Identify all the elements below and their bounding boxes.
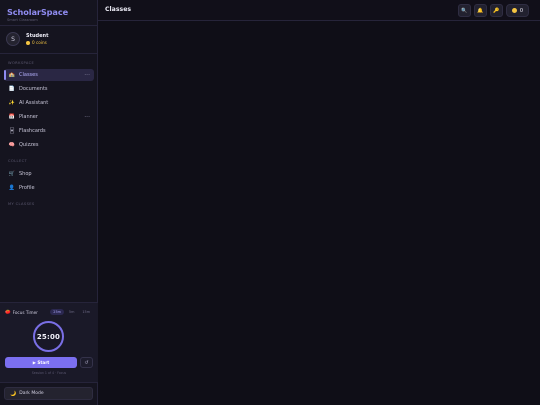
calendar-icon: 📅 <box>8 114 16 120</box>
timer-mode-25m[interactable]: 25m <box>50 309 64 315</box>
section-label-collect: COLLECT <box>8 159 28 163</box>
sidebar-item-classes[interactable]: 🏫 Classes ··· <box>4 69 94 81</box>
sidebar-item-shop[interactable]: 🛒 Shop <box>4 168 94 180</box>
topbar: Classes 🔍 🔔 🔑 0 <box>98 0 540 21</box>
dark-mode-label: Dark Mode <box>19 391 44 396</box>
reset-icon[interactable]: ↺ <box>80 357 93 368</box>
user-coins: 0 coins <box>26 40 48 45</box>
session-status: Session 1 of 4 · Focus <box>31 371 67 375</box>
start-button[interactable]: ▶ Start <box>5 357 77 368</box>
coin-icon <box>511 8 517 13</box>
section-label-workspace: WORKSPACE <box>8 61 35 65</box>
brand-subtitle: Smart Classroom <box>7 18 38 22</box>
coin-icon <box>26 40 30 45</box>
sidebar-item-label: Flashcards <box>19 128 46 134</box>
dark-mode-toggle[interactable]: 🌙 Dark Mode <box>4 387 93 400</box>
timer-ring: 25:00 <box>33 321 64 352</box>
sidebar-item-planner[interactable]: 📅 Planner ··· <box>4 111 94 123</box>
brand-title: ScholarSpace <box>7 7 69 17</box>
document-icon: 📄 <box>8 86 16 92</box>
search-icon[interactable]: 🔍 <box>458 4 471 17</box>
divider <box>0 25 98 26</box>
user-name: Student <box>26 33 49 39</box>
sidebar-item-ai-assistant[interactable]: ✨ AI Assistant <box>4 97 94 109</box>
cart-icon: 🛒 <box>8 171 16 177</box>
moon-icon: 🌙 <box>10 390 17 397</box>
sidebar-item-label: Documents <box>19 86 48 92</box>
main-content <box>98 21 540 405</box>
divider <box>0 53 98 54</box>
brain-icon: 🧠 <box>8 142 16 148</box>
coin-balance[interactable]: 0 <box>506 4 529 17</box>
timer-display: 25:00 <box>36 332 61 341</box>
sidebar-item-flashcards[interactable]: 🃏 Flashcards <box>4 125 94 137</box>
divider <box>0 382 98 383</box>
flashcard-icon: 🃏 <box>9 128 15 134</box>
sidebar-item-label: Profile <box>19 185 35 191</box>
user-card[interactable]: S Student 0 coins <box>6 32 48 46</box>
sparkles-icon: ✨ <box>8 100 16 106</box>
timer-mode-5m[interactable]: 5m <box>66 309 77 315</box>
timer-mode-15m[interactable]: 15m <box>79 309 93 315</box>
sidebar-item-label: Classes <box>19 72 38 78</box>
timer-mode-group: 25m 5m 15m <box>50 309 93 315</box>
sidebar-item-documents[interactable]: 📄 Documents <box>4 83 94 95</box>
bell-icon[interactable]: 🔔 <box>474 4 487 17</box>
sidebar-item-quizzes[interactable]: 🧠 Quizzes <box>4 139 94 151</box>
more-icon[interactable]: ··· <box>84 114 90 121</box>
user-coins-label: 0 coins <box>32 40 47 45</box>
sidebar-item-label: AI Assistant <box>19 100 49 106</box>
sidebar-item-label: Shop <box>19 171 32 177</box>
coin-balance-value: 0 <box>519 7 524 14</box>
person-icon: 👤 <box>8 185 16 191</box>
page-title: Classes <box>105 6 132 13</box>
school-icon: 🏫 <box>8 72 16 78</box>
focus-timer-title: 🍅 Focus Timer <box>5 310 38 315</box>
key-icon[interactable]: 🔑 <box>490 4 503 17</box>
sidebar-item-profile[interactable]: 👤 Profile <box>4 182 94 194</box>
sidebar: ScholarSpace Smart Classroom S Student 0… <box>0 0 98 405</box>
sidebar-item-label: Quizzes <box>19 142 39 148</box>
brand[interactable]: ScholarSpace Smart Classroom <box>7 7 68 22</box>
focus-timer-label: Focus Timer <box>12 309 38 315</box>
tomato-icon: 🍅 <box>5 309 11 315</box>
more-icon[interactable]: ··· <box>84 72 90 79</box>
avatar: S <box>6 32 20 46</box>
sidebar-item-label: Planner <box>19 114 38 120</box>
section-label-my-classes: MY CLASSES <box>8 202 35 206</box>
